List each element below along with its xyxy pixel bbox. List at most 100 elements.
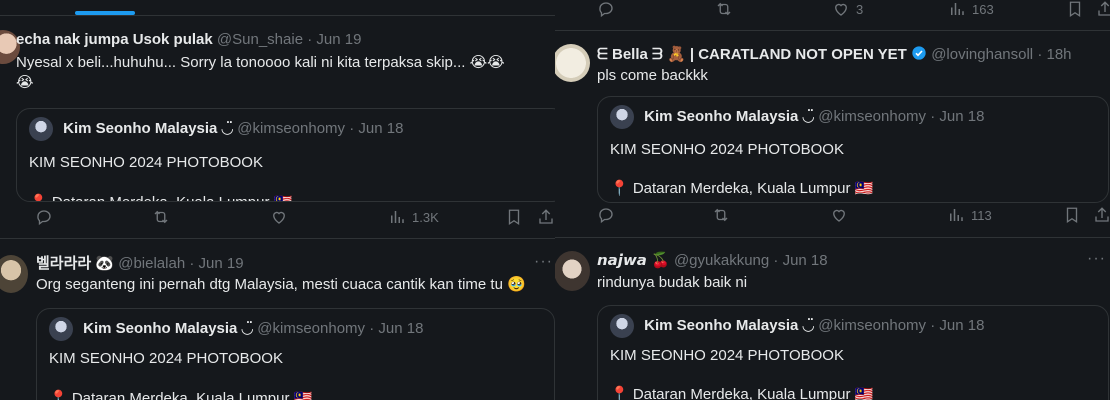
quoted-title: KIM SEONHO 2024 PHOTOBOOK	[610, 347, 844, 364]
like-button[interactable]: 3	[832, 0, 863, 19]
tweet-text: rindunya budak baik ni	[597, 274, 748, 291]
quoted-tweet[interactable]: Kim Seonho Malaysia ◡̈ @kimseonhomy · Ju…	[36, 308, 555, 400]
handle[interactable]: @lovinghansoll	[931, 46, 1033, 63]
reply-icon	[599, 2, 613, 18]
quoted-handle: @kimseonhomy	[257, 319, 366, 337]
tweet-header: 𝙣𝙖𝙟𝙬𝙖 🍒 @gyukakkung · Jun 18	[597, 252, 828, 270]
tweet-gyukakkung[interactable]: 𝙣𝙖𝙟𝙬𝙖 🍒 @gyukakkung · Jun 18 ··· rinduny…	[555, 238, 1110, 400]
timestamp[interactable]: Jun 18	[783, 252, 828, 269]
left-timeline-column: echa nak jumpa Usok pulak @Sun_shaie · J…	[0, 0, 555, 400]
share-button[interactable]	[1096, 0, 1110, 19]
more-options-icon[interactable]: ···	[1087, 250, 1106, 268]
views-count: 113	[971, 207, 992, 223]
quoted-name: Kim Seonho Malaysia ◡̈	[83, 319, 254, 337]
quoted-location: 📍 Dataran Merdeka, Kuala Lumpur 🇲🇾	[610, 180, 874, 197]
reply-button[interactable]	[35, 207, 53, 227]
more-options-icon[interactable]: ···	[534, 253, 553, 271]
quoted-location: 📍 Dataran Merdeka, Kuala Lumpur 🇲🇾	[29, 193, 292, 201]
retweet-icon	[154, 210, 168, 224]
heart-icon	[273, 211, 285, 224]
quoted-tweet[interactable]: Kim Seonho Malaysia ◡̈ @kimseonhomy · Ju…	[16, 108, 555, 202]
display-name[interactable]: ᗴ Bella ᗱ 🧸 | CARATLAND NOT OPEN YET	[597, 46, 907, 63]
heart-icon	[835, 3, 847, 16]
quoted-avatar	[610, 105, 634, 129]
verified-badge-icon	[912, 46, 926, 60]
handle[interactable]: @bielalah	[118, 255, 185, 272]
tweet-actions: 113	[555, 205, 1110, 225]
quoted-date: Jun 18	[378, 319, 424, 337]
avatar[interactable]	[0, 255, 28, 293]
like-button[interactable]	[270, 207, 288, 227]
tweet-bielalah[interactable]: 벨라라라 🐼 @bielalah · Jun 19 ··· Org segant…	[0, 239, 555, 400]
display-name[interactable]: 벨라라라 🐼	[36, 255, 114, 272]
bookmark-icon	[508, 209, 520, 226]
quoted-name: Kim Seonho Malaysia ◡̈	[644, 107, 815, 125]
likes-count: 3	[856, 1, 864, 17]
reply-button[interactable]	[597, 0, 615, 19]
quoted-date: Jun 18	[358, 119, 404, 137]
quoted-header: Kim Seonho Malaysia ◡̈ @kimseonhomy · Ju…	[49, 317, 423, 341]
share-icon	[1095, 207, 1109, 222]
retweet-button[interactable]	[152, 207, 170, 227]
quoted-avatar	[610, 314, 634, 338]
display-name[interactable]: echa nak jumpa Usok pulak	[16, 31, 213, 48]
analytics-icon	[950, 209, 963, 221]
quoted-tweet[interactable]: Kim Seonho Malaysia ◡̈ @kimseonhomy · Ju…	[597, 305, 1109, 400]
tweet-text: Nyesal x beli...huhuhu... Sorry la tonoo…	[16, 53, 546, 93]
tweet-text-line: Nyesal x beli...huhuhu... Sorry la tonoo…	[16, 54, 505, 71]
retweet-button[interactable]	[715, 0, 733, 19]
share-button[interactable]	[1093, 205, 1110, 225]
views-button[interactable]: 163	[948, 0, 994, 19]
dot-separator: ·	[369, 319, 375, 337]
bookmark-button[interactable]	[1066, 0, 1084, 19]
bookmark-button[interactable]	[1063, 205, 1081, 225]
timestamp[interactable]: 18h	[1046, 46, 1071, 63]
share-icon	[1098, 1, 1110, 16]
dot-separator: ·	[930, 107, 936, 125]
timestamp[interactable]: Jun 19	[199, 255, 244, 272]
reply-icon	[37, 210, 51, 226]
quoted-handle: @kimseonhomy	[237, 119, 346, 137]
heart-icon	[833, 209, 845, 222]
quoted-header: Kim Seonho Malaysia ◡̈ @kimseonhomy · Ju…	[29, 117, 403, 141]
dot-separator: ·	[773, 252, 779, 269]
retweet-button[interactable]	[712, 205, 730, 225]
reply-button[interactable]	[597, 205, 615, 225]
quoted-header: Kim Seonho Malaysia ◡̈ @kimseonhomy · Ju…	[610, 314, 984, 338]
bookmark-button[interactable]	[505, 207, 523, 227]
share-button[interactable]	[537, 207, 555, 227]
dot-separator: ·	[930, 316, 936, 334]
handle[interactable]: @Sun_shaie	[217, 31, 303, 48]
dot-separator: ·	[1037, 46, 1043, 63]
views-button[interactable]: 1.3K	[388, 207, 439, 227]
handle[interactable]: @gyukakkung	[674, 252, 769, 269]
tweet-text-line: 😭	[16, 74, 34, 91]
views-count: 163	[972, 1, 994, 17]
timestamp[interactable]: Jun 19	[316, 31, 361, 48]
quoted-location: 📍 Dataran Merdeka, Kuala Lumpur 🇲🇾	[610, 386, 874, 400]
quoted-name: Kim Seonho Malaysia ◡̈	[63, 119, 234, 137]
views-count: 1.3K	[412, 209, 439, 225]
bookmark-icon	[1069, 1, 1081, 18]
display-name[interactable]: 𝙣𝙖𝙟𝙬𝙖 🍒	[597, 252, 670, 269]
quoted-location: 📍 Dataran Merdeka, Kuala Lumpur 🇲🇾	[49, 390, 313, 400]
quoted-handle: @kimseonhomy	[818, 107, 927, 125]
quoted-title: KIM SEONHO 2024 PHOTOBOOK	[610, 141, 844, 158]
tweet-lovinghansoll[interactable]: ᗴ Bella ᗱ 🧸 | CARATLAND NOT OPEN YET @lo…	[555, 31, 1110, 237]
tweet-sun-shaie[interactable]: echa nak jumpa Usok pulak @Sun_shaie · J…	[0, 16, 555, 238]
avatar[interactable]	[555, 251, 590, 291]
retweet-icon	[714, 208, 728, 222]
quoted-header: Kim Seonho Malaysia ◡̈ @kimseonhomy · Ju…	[610, 105, 984, 129]
tweet-actions: 3 163	[555, 0, 1110, 19]
tweet-text: Org seganteng ini pernah dtg Malaysia, m…	[36, 276, 526, 293]
bookmark-icon	[1066, 207, 1078, 224]
tweet-header: 벨라라라 🐼 @bielalah · Jun 19	[36, 255, 244, 273]
like-button[interactable]	[830, 205, 848, 225]
quoted-title: KIM SEONHO 2024 PHOTOBOOK	[49, 350, 283, 367]
share-icon	[539, 209, 553, 224]
avatar[interactable]	[555, 44, 590, 82]
quoted-name: Kim Seonho Malaysia ◡̈	[644, 316, 815, 334]
quoted-tweet[interactable]: Kim Seonho Malaysia ◡̈ @kimseonhomy · Ju…	[597, 96, 1109, 203]
views-button[interactable]: 113	[947, 205, 992, 225]
quoted-title: KIM SEONHO 2024 PHOTOBOOK	[29, 154, 263, 171]
